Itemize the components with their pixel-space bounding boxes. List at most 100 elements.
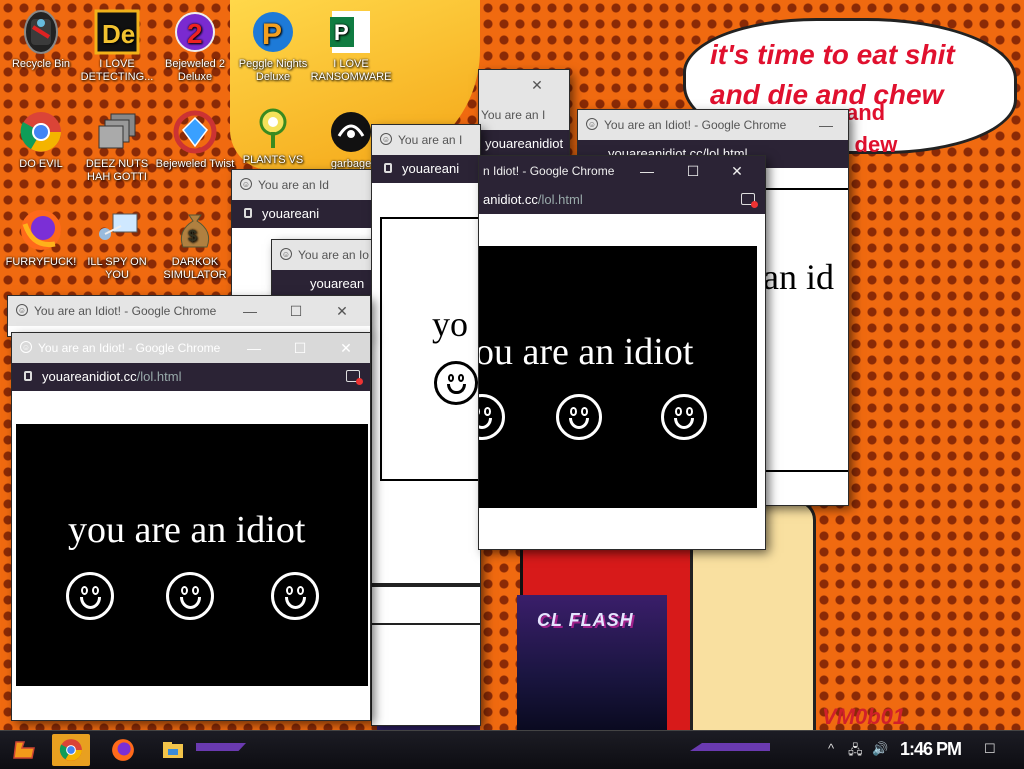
window-title: n Idiot! - Google Chrome [483, 164, 615, 178]
network-spy-icon [93, 206, 141, 254]
address-bar[interactable]: youarean [272, 270, 372, 298]
close-button[interactable]: ✕ [330, 302, 354, 320]
smiley-favicon-icon: ☺ [16, 304, 28, 316]
taskbar-chrome-button[interactable] [52, 734, 90, 766]
title-bar[interactable]: n Idiot! - Google Chrome — ☐ ✕ [479, 156, 765, 186]
title-bar[interactable]: ☺ You are an Io [272, 240, 372, 270]
title-bar[interactable]: ☺ You are an Idiot! - Google Chrome — [578, 110, 848, 140]
desktop-icon-darkok[interactable]: $ DARKOK SIMULATOR [154, 206, 236, 282]
start-button[interactable] [6, 734, 44, 766]
lock-icon [24, 371, 32, 381]
window-title: You are an I [481, 108, 546, 122]
window-title: You are an Idiot! - Google Chrome [34, 304, 217, 318]
chevron-up-icon[interactable]: ^ [828, 741, 834, 756]
popup-blocked-icon[interactable] [741, 193, 758, 208]
desktop-icon-plants-vs[interactable]: PLANTS VS [232, 104, 314, 167]
title-bar-2[interactable]: You are an I [479, 100, 569, 130]
smiley-favicon-icon: ☺ [20, 341, 32, 353]
desktop-icon-peggle[interactable]: P Peggle Nights Deluxe [232, 8, 314, 84]
close-button[interactable]: ✕ [725, 162, 749, 180]
taskbar-explorer-button[interactable] [154, 734, 192, 766]
idiot-banner: you are an idiot [16, 424, 368, 686]
window-title: You are an Idiot! - Google Chrome [604, 118, 787, 132]
address-bar[interactable]: youareani [372, 155, 480, 183]
close-button[interactable]: ✕ [334, 339, 358, 357]
url-text: anidiot.cc/lol.html [483, 192, 583, 207]
divider [372, 623, 480, 625]
wallpaper-poster: CL FLASH [517, 595, 667, 730]
svg-text:De: De [102, 19, 135, 49]
minimize-button[interactable]: — [238, 302, 262, 320]
clock[interactable]: 1:46 PM [900, 739, 962, 760]
desktop-icon-label: FURRYFUCK! [5, 256, 77, 268]
window-title: You are an Idiot! - Google Chrome [38, 341, 221, 355]
chrome-window-mid-left-2[interactable]: ☺ You are an Io youarean [272, 240, 372, 300]
title-bar[interactable]: ☺ You are an Idiot! - Google Chrome — ☐ … [8, 296, 370, 326]
desktop-icon-label: ILL SPY ON YOU [87, 256, 147, 281]
close-button[interactable]: ✕ [525, 76, 549, 94]
minimize-button[interactable]: — [635, 162, 659, 180]
idiot-banner: an id [758, 188, 848, 472]
idiot-message: ou are an idiot [479, 331, 694, 373]
desktop-icon-furryfuck[interactable]: FURRYFUCK! [0, 206, 82, 269]
idiot-banner: yo [380, 217, 480, 481]
chrome-window-center[interactable]: ☺ You are an I youareani yo [372, 125, 480, 725]
taskbar: ^ 🖧 🔊 1:46 PM ☐ [0, 730, 1024, 769]
desktop-icon-ill-spy[interactable]: ILL SPY ON YOU [76, 206, 158, 282]
title-bar[interactable]: ✕ [479, 70, 569, 100]
desktop-icon-label: Recycle Bin [11, 58, 71, 70]
chrome-window-left-back[interactable]: ☺ You are an Idiot! - Google Chrome — ☐ … [8, 296, 370, 336]
chrome-window-front-center[interactable]: n Idiot! - Google Chrome — ☐ ✕ anidiot.c… [479, 156, 765, 549]
desktop-icon-bejeweled-twist[interactable]: Bejeweled Twist [154, 108, 236, 171]
idiot-message: you are an idiot [68, 509, 306, 551]
taskbar-firefox-button[interactable] [104, 734, 142, 766]
popup-blocked-icon[interactable] [346, 370, 363, 385]
desktop-icon-deez-nuts[interactable]: DEEZ NUTS HAH GOTTI [76, 108, 158, 184]
start-icon [13, 741, 35, 759]
title-bar[interactable]: ☺ You are an Idiot! - Google Chrome — ☐ … [12, 333, 370, 363]
url-text: youareani [402, 161, 460, 176]
divider [372, 583, 480, 587]
maximize-button[interactable]: ☐ [681, 162, 705, 180]
desktop-icon-ransomware[interactable]: P I LOVE RANSOMWARE [310, 8, 392, 84]
address-bar[interactable]: youareani [232, 200, 372, 228]
minimize-button[interactable]: — [814, 116, 838, 134]
network-icon[interactable]: 🖧 [848, 741, 863, 763]
desktop-icon-label: Bejeweled Twist [155, 158, 235, 170]
title-bar[interactable]: ☺ You are an Id [232, 170, 372, 200]
chrome-window-front-left[interactable]: ☺ You are an Idiot! - Google Chrome — ☐ … [12, 333, 370, 720]
volume-icon[interactable]: 🔊 [872, 741, 888, 757]
smiley-icon [556, 394, 602, 440]
title-bar[interactable]: ☺ You are an I [372, 125, 480, 155]
url-text: youareani [262, 206, 320, 221]
url-text: youarean [310, 276, 365, 291]
desktop-icon-label: DO EVIL [19, 158, 63, 170]
chrome-window-back-a[interactable]: ✕ You are an I youareanidiot [479, 70, 569, 160]
desktop-icon-label: I LOVE RANSOMWARE [310, 58, 392, 83]
speech-extra-1: and [846, 100, 886, 125]
address-bar[interactable]: youareanidiot.cc/lol.html [12, 363, 370, 391]
firefox-icon [112, 739, 134, 761]
taskbar-decoration [196, 743, 246, 751]
maximize-button[interactable]: ☐ [288, 339, 312, 357]
maximize-button[interactable]: ☐ [284, 302, 308, 320]
smiley-icon [479, 394, 505, 440]
desktop-icon-recycle-bin[interactable]: Recycle Bin [0, 8, 82, 71]
notification-icon[interactable]: ☐ [984, 741, 996, 757]
detecting-app-icon: De [93, 8, 141, 56]
smiley-icon [271, 572, 319, 620]
address-bar[interactable]: youareanidiot [479, 130, 569, 158]
desktop-icon-detecting[interactable]: De I LOVE DETECTING... [76, 8, 158, 84]
desktop-icon-bejeweled-2[interactable]: 2 Bejeweled 2 Deluxe [154, 8, 236, 84]
folder-icon [163, 742, 183, 758]
minimize-button[interactable]: — [242, 339, 266, 357]
lock-icon [384, 163, 392, 173]
smiley-icon [66, 572, 114, 620]
page-content: yo [372, 183, 480, 725]
address-bar[interactable]: anidiot.cc/lol.html [479, 186, 765, 214]
plants-vs-zombies-icon [249, 104, 297, 152]
url-text: youareanidiot [485, 136, 564, 151]
desktop-icon-label: Peggle Nights Deluxe [238, 58, 308, 83]
window-title: You are an Id [258, 178, 329, 192]
desktop-icon-do-evil[interactable]: DO EVIL [0, 108, 82, 171]
